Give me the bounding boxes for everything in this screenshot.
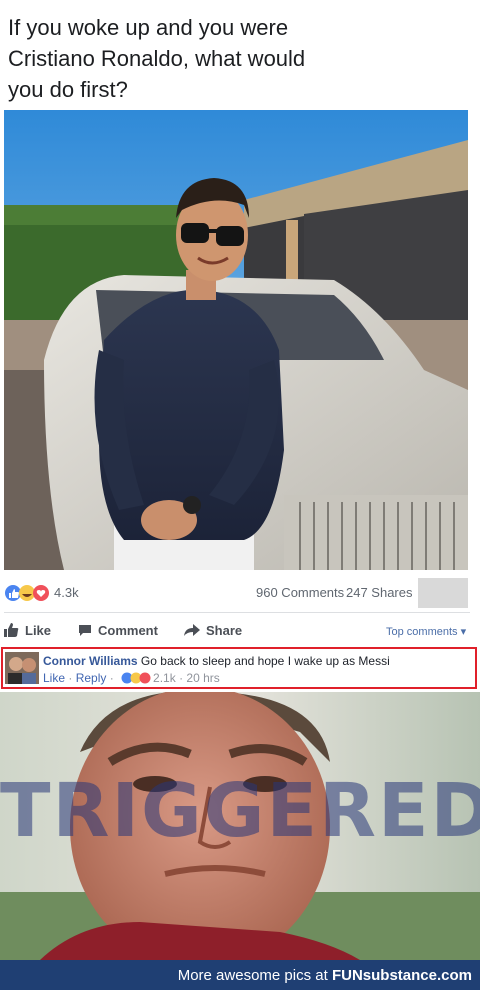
- comment-line: Connor Williams Go back to sleep and hop…: [43, 654, 390, 668]
- like-label: Like: [25, 622, 52, 638]
- comment-reaction-count[interactable]: 2.1k: [153, 671, 176, 685]
- reactions-bar: 4.3k 960 Comments 247 Shares: [0, 576, 480, 610]
- comment-text: Go back to sleep and hope I wake up as M…: [140, 654, 390, 668]
- top-comments-dropdown[interactable]: Top comments ▾: [386, 625, 466, 638]
- share-button[interactable]: Share: [184, 621, 242, 639]
- divider: [4, 612, 470, 613]
- comments-count[interactable]: 960 Comments: [256, 585, 344, 600]
- post-text: If you woke up and you were Cristiano Ro…: [8, 15, 306, 102]
- comment-reaction-icons[interactable]: [121, 672, 151, 684]
- post-photo[interactable]: [4, 110, 468, 570]
- blurred-region: [418, 578, 468, 608]
- shares-count[interactable]: 247 Shares: [346, 585, 413, 600]
- comment: Connor Williams Go back to sleep and hop…: [1, 647, 477, 689]
- meta-separator: ·: [175, 671, 187, 685]
- haha-icon: [19, 585, 35, 601]
- comment-icon: [79, 624, 91, 636]
- comment-author[interactable]: Connor Williams: [43, 654, 138, 668]
- like-button[interactable]: Like: [4, 621, 51, 639]
- meta-separator: ·: [106, 671, 118, 685]
- footer-banner: More awesome pics at FUNsubstance.com: [0, 960, 480, 990]
- comment-meta: Like · Reply · 2.1k · 20 hrs: [43, 671, 220, 685]
- meta-separator: ·: [65, 671, 76, 685]
- footer-text: More awesome pics at FUNsubstance.com: [178, 967, 472, 984]
- comment-time[interactable]: 20 hrs: [186, 671, 219, 685]
- reaction-count[interactable]: 4.3k: [54, 585, 79, 600]
- comment-reply-link[interactable]: Reply: [76, 671, 107, 685]
- share-arrow-icon: [184, 623, 200, 636]
- comment-label: Comment: [98, 622, 158, 638]
- footer-prefix: More awesome pics at: [177, 967, 332, 984]
- footer-brand-link[interactable]: FUNsubstance.com: [332, 967, 472, 984]
- avatar[interactable]: [5, 652, 39, 684]
- action-bar: Like Comment Share Top comments ▾: [0, 615, 480, 645]
- share-label: Share: [206, 622, 243, 638]
- screenshot-page: If you woke up and you were Cristiano Ro…: [0, 0, 480, 990]
- triggered-caption: TRIGGERED: [0, 768, 480, 854]
- reaction-icons[interactable]: [4, 584, 52, 602]
- comment-button[interactable]: Comment: [78, 621, 158, 639]
- thumbs-up-icon: [4, 623, 19, 637]
- comment-like-link[interactable]: Like: [43, 671, 65, 685]
